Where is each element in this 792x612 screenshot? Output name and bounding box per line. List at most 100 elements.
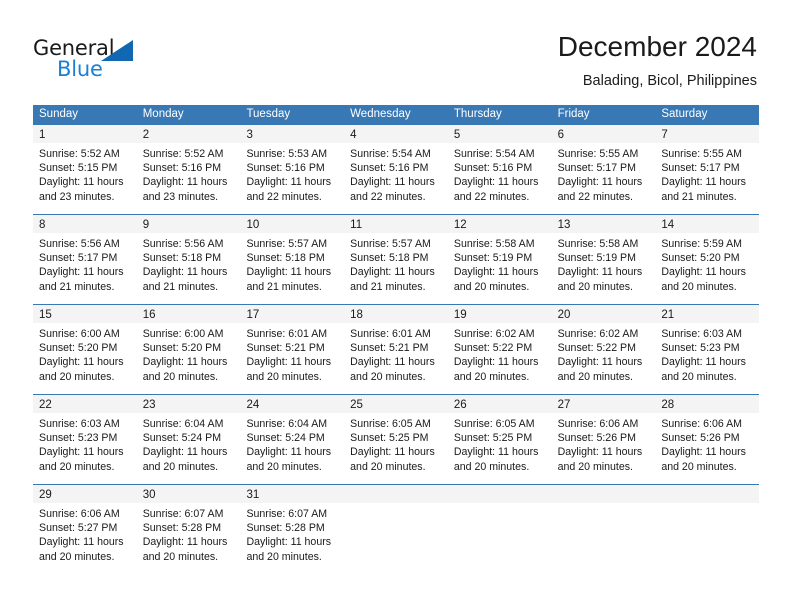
calendar-day-cell[interactable]: 3 Sunrise: 5:53 AM Sunset: 5:16 PM Dayli…	[240, 125, 345, 214]
sunset-text: Sunset: 5:22 PM	[557, 342, 636, 355]
day-details: Sunrise: 6:02 AM Sunset: 5:22 PM Dayligh…	[448, 323, 552, 384]
calendar-day-cell[interactable]: 17 Sunrise: 6:01 AM Sunset: 5:21 PM Dayl…	[240, 305, 345, 394]
calendar-day-cell[interactable]: 23 Sunrise: 6:04 AM Sunset: 5:24 PM Dayl…	[136, 395, 241, 484]
day-details: Sunrise: 5:54 AM Sunset: 5:16 PM Dayligh…	[344, 143, 448, 204]
sunset-text: Sunset: 5:16 PM	[453, 162, 533, 175]
weekday-header-thursday: Thursday	[453, 108, 502, 120]
calendar-day-cell[interactable]: 11 Sunrise: 5:57 AM Sunset: 5:18 PM Dayl…	[344, 215, 448, 304]
daylight-text-line2: and 20 minutes.	[246, 370, 322, 383]
day-number: 20	[557, 309, 571, 321]
calendar-day-cell-empty	[655, 485, 760, 574]
calendar-day-cell[interactable]: 28 Sunrise: 6:06 AM Sunset: 5:26 PM Dayl…	[655, 395, 760, 484]
calendar-day-cell[interactable]: 21 Sunrise: 6:03 AM Sunset: 5:23 PM Dayl…	[655, 305, 760, 394]
day-number-strip: 6	[551, 125, 656, 143]
sunrise-text: Sunrise: 6:01 AM	[350, 328, 431, 340]
daylight-text-line2: and 20 minutes.	[246, 550, 322, 563]
calendar-day-cell[interactable]: 25 Sunrise: 6:05 AM Sunset: 5:25 PM Dayl…	[344, 395, 448, 484]
calendar-day-cell[interactable]: 15 Sunrise: 6:00 AM Sunset: 5:20 PM Dayl…	[33, 305, 137, 394]
calendar-day-cell[interactable]: 20 Sunrise: 6:02 AM Sunset: 5:22 PM Dayl…	[551, 305, 656, 394]
day-number: 15	[39, 309, 52, 321]
sunrise-text: Sunrise: 5:57 AM	[350, 238, 431, 250]
sunrise-text: Sunrise: 5:53 AM	[246, 148, 328, 160]
daylight-text-line2: and 20 minutes.	[39, 550, 115, 563]
day-number-strip: 7	[655, 125, 760, 143]
sunrise-text: Sunrise: 6:06 AM	[661, 418, 742, 430]
day-number-strip	[551, 485, 656, 503]
daylight-text-line1: Daylight: 11 hours	[142, 176, 228, 189]
day-details: Sunrise: 6:02 AM Sunset: 5:22 PM Dayligh…	[552, 323, 656, 384]
calendar-day-cell[interactable]: 9 Sunrise: 5:56 AM Sunset: 5:18 PM Dayli…	[136, 215, 241, 304]
day-number: 1	[39, 129, 46, 141]
calendar-day-cell[interactable]: 27 Sunrise: 6:06 AM Sunset: 5:26 PM Dayl…	[551, 395, 656, 484]
calendar-week-row: 15 Sunrise: 6:00 AM Sunset: 5:20 PM Dayl…	[33, 304, 760, 394]
sunrise-text: Sunrise: 5:59 AM	[661, 238, 742, 250]
daylight-text-line1: Daylight: 11 hours	[661, 176, 746, 189]
weekday-header-wednesday: Wednesday	[350, 108, 411, 120]
calendar-day-cell-empty	[551, 485, 656, 574]
day-number-strip: 8	[33, 215, 137, 233]
day-details: Sunrise: 5:57 AM Sunset: 5:18 PM Dayligh…	[344, 233, 448, 294]
day-number: 11	[350, 219, 363, 231]
daylight-text-line2: and 22 minutes.	[453, 190, 530, 203]
daylight-text-line1: Daylight: 11 hours	[246, 536, 332, 549]
daylight-text-line1: Daylight: 11 hours	[453, 176, 539, 189]
calendar-day-cell[interactable]: 6 Sunrise: 5:55 AM Sunset: 5:17 PM Dayli…	[551, 125, 656, 214]
sunset-text: Sunset: 5:21 PM	[350, 342, 429, 355]
day-details: Sunrise: 6:06 AM Sunset: 5:26 PM Dayligh…	[655, 413, 759, 474]
calendar-day-cell[interactable]: 31 Sunrise: 6:07 AM Sunset: 5:28 PM Dayl…	[240, 485, 345, 574]
day-number: 14	[661, 219, 675, 231]
sunset-text: Sunset: 5:23 PM	[661, 342, 740, 355]
calendar-day-cell[interactable]: 8 Sunrise: 5:56 AM Sunset: 5:17 PM Dayli…	[33, 215, 137, 304]
calendar-day-cell[interactable]: 13 Sunrise: 5:58 AM Sunset: 5:19 PM Dayl…	[551, 215, 656, 304]
calendar-day-cell[interactable]: 18 Sunrise: 6:01 AM Sunset: 5:21 PM Dayl…	[344, 305, 448, 394]
day-number: 25	[350, 399, 363, 411]
calendar-day-cell[interactable]: 19 Sunrise: 6:02 AM Sunset: 5:22 PM Dayl…	[447, 305, 552, 394]
calendar-day-cell[interactable]: 22 Sunrise: 6:03 AM Sunset: 5:23 PM Dayl…	[33, 395, 137, 484]
day-number-strip: 1	[33, 125, 137, 143]
sunrise-text: Sunrise: 6:03 AM	[661, 328, 742, 340]
calendar-day-cell[interactable]: 7 Sunrise: 5:55 AM Sunset: 5:17 PM Dayli…	[655, 125, 760, 214]
day-details: Sunrise: 6:03 AM Sunset: 5:23 PM Dayligh…	[655, 323, 759, 384]
sunset-text: Sunset: 5:20 PM	[39, 342, 118, 355]
daylight-text-line2: and 20 minutes.	[39, 460, 115, 473]
day-number-strip: 22	[33, 395, 137, 413]
sunset-text: Sunset: 5:24 PM	[142, 432, 222, 445]
day-number: 7	[661, 129, 668, 141]
day-number: 23	[142, 399, 156, 411]
calendar-day-cell[interactable]: 14 Sunrise: 5:59 AM Sunset: 5:20 PM Dayl…	[655, 215, 760, 304]
general-blue-logo[interactable]: General Blue	[33, 36, 193, 82]
calendar-day-cell[interactable]: 16 Sunrise: 6:00 AM Sunset: 5:20 PM Dayl…	[136, 305, 241, 394]
day-details: Sunrise: 5:54 AM Sunset: 5:16 PM Dayligh…	[448, 143, 552, 204]
daylight-text-line1: Daylight: 11 hours	[39, 266, 124, 279]
day-number: 5	[453, 129, 461, 141]
sunset-text: Sunset: 5:15 PM	[39, 162, 118, 175]
calendar-day-cell[interactable]: 1 Sunrise: 5:52 AM Sunset: 5:15 PM Dayli…	[33, 125, 137, 214]
calendar-day-cell[interactable]: 4 Sunrise: 5:54 AM Sunset: 5:16 PM Dayli…	[344, 125, 448, 214]
sunset-text: Sunset: 5:16 PM	[350, 162, 429, 175]
calendar-day-cell-empty	[344, 485, 448, 574]
sunset-text: Sunset: 5:22 PM	[453, 342, 533, 355]
day-number-strip: 9	[136, 215, 241, 233]
day-number-strip: 29	[33, 485, 137, 503]
calendar-day-cell[interactable]: 30 Sunrise: 6:07 AM Sunset: 5:28 PM Dayl…	[136, 485, 241, 574]
calendar-day-cell[interactable]: 24 Sunrise: 6:04 AM Sunset: 5:24 PM Dayl…	[240, 395, 345, 484]
calendar-day-cell[interactable]: 26 Sunrise: 6:05 AM Sunset: 5:25 PM Dayl…	[447, 395, 552, 484]
title-block: December 2024 Balading, Bicol, Philippin…	[558, 30, 757, 91]
sunrise-text: Sunrise: 6:07 AM	[142, 508, 224, 520]
day-details: Sunrise: 5:58 AM Sunset: 5:19 PM Dayligh…	[552, 233, 656, 294]
calendar-day-cell[interactable]: 2 Sunrise: 5:52 AM Sunset: 5:16 PM Dayli…	[136, 125, 241, 214]
calendar-grid: Sunday Monday Tuesday Wednesday Thursday…	[33, 105, 760, 574]
daylight-text-line1: Daylight: 11 hours	[557, 356, 643, 369]
day-number-strip: 26	[447, 395, 552, 413]
calendar-day-cell[interactable]: 5 Sunrise: 5:54 AM Sunset: 5:16 PM Dayli…	[447, 125, 552, 214]
day-number: 19	[453, 309, 467, 321]
page-header: General Blue December 2024 Balading, Bic…	[0, 0, 792, 100]
sunset-text: Sunset: 5:21 PM	[246, 342, 325, 355]
calendar-day-cell[interactable]: 12 Sunrise: 5:58 AM Sunset: 5:19 PM Dayl…	[447, 215, 552, 304]
daylight-text-line2: and 20 minutes.	[246, 460, 322, 473]
calendar-day-cell[interactable]: 29 Sunrise: 6:06 AM Sunset: 5:27 PM Dayl…	[33, 485, 137, 574]
day-details	[344, 503, 448, 507]
calendar-day-cell[interactable]: 10 Sunrise: 5:57 AM Sunset: 5:18 PM Dayl…	[240, 215, 345, 304]
day-number-strip: 25	[344, 395, 448, 413]
sunrise-text: Sunrise: 5:57 AM	[246, 238, 328, 250]
